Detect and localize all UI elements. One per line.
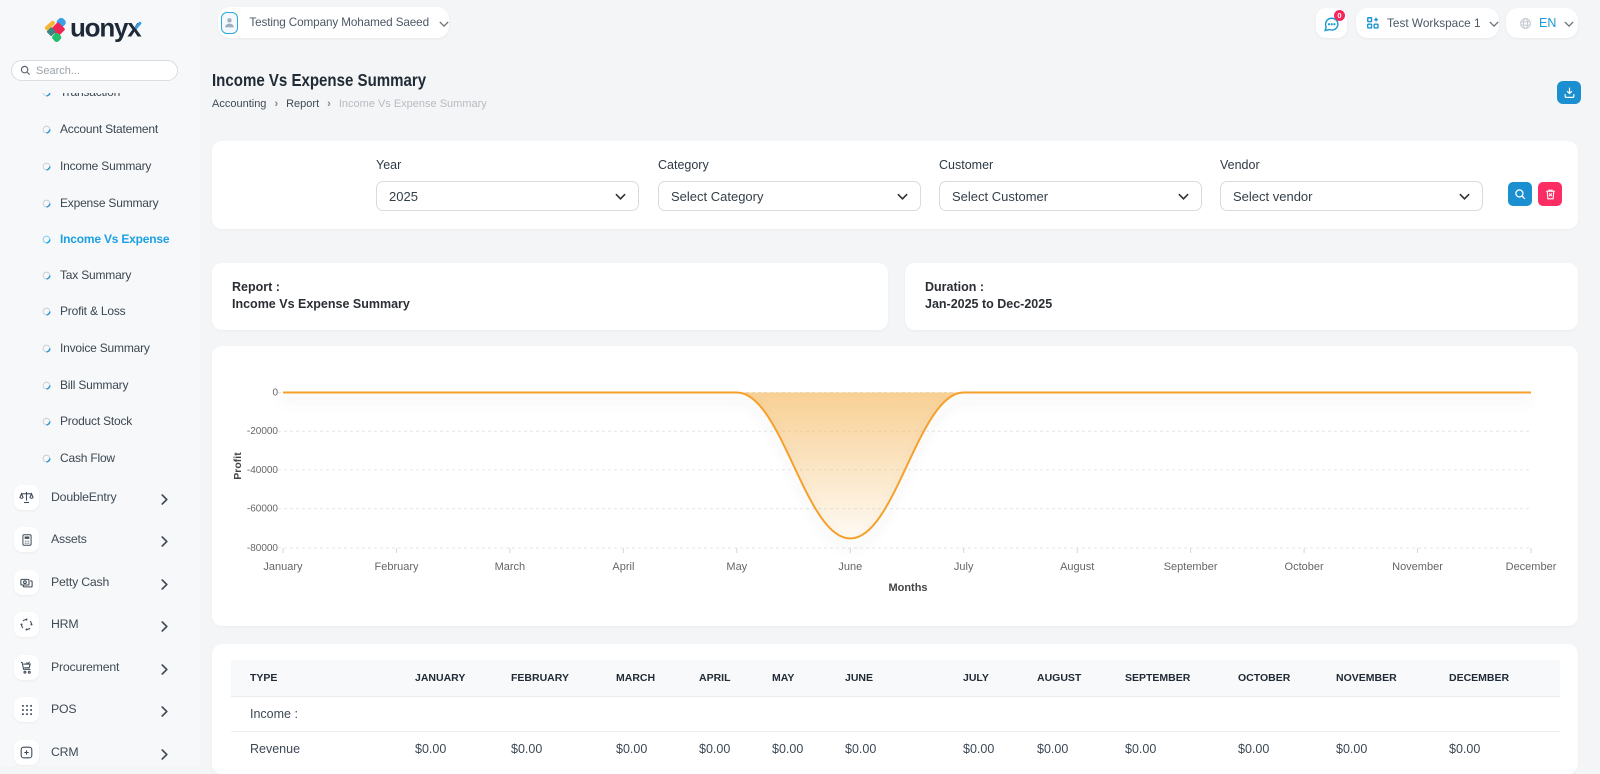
svg-text:Profit: Profit bbox=[232, 452, 244, 480]
svg-text:-80000: -80000 bbox=[247, 543, 279, 554]
svg-text:-60000: -60000 bbox=[247, 504, 279, 515]
svg-text:May: May bbox=[726, 561, 747, 573]
svg-text:December: December bbox=[1506, 561, 1557, 573]
svg-text:-20000: -20000 bbox=[247, 426, 279, 437]
svg-text:July: July bbox=[954, 561, 974, 573]
svg-text:February: February bbox=[374, 561, 419, 573]
svg-text:0: 0 bbox=[272, 388, 278, 399]
svg-text:uonyx: uonyx bbox=[70, 13, 142, 43]
svg-text:September: September bbox=[1164, 561, 1218, 573]
svg-text:October: October bbox=[1285, 561, 1324, 573]
svg-text:Months: Months bbox=[888, 582, 927, 594]
svg-text:June: June bbox=[838, 561, 862, 573]
svg-text:August: August bbox=[1060, 561, 1094, 573]
svg-text:November: November bbox=[1392, 561, 1443, 573]
svg-text:March: March bbox=[495, 561, 526, 573]
svg-text:January: January bbox=[263, 561, 303, 573]
svg-text:-40000: -40000 bbox=[247, 465, 279, 476]
svg-text:April: April bbox=[612, 561, 634, 573]
